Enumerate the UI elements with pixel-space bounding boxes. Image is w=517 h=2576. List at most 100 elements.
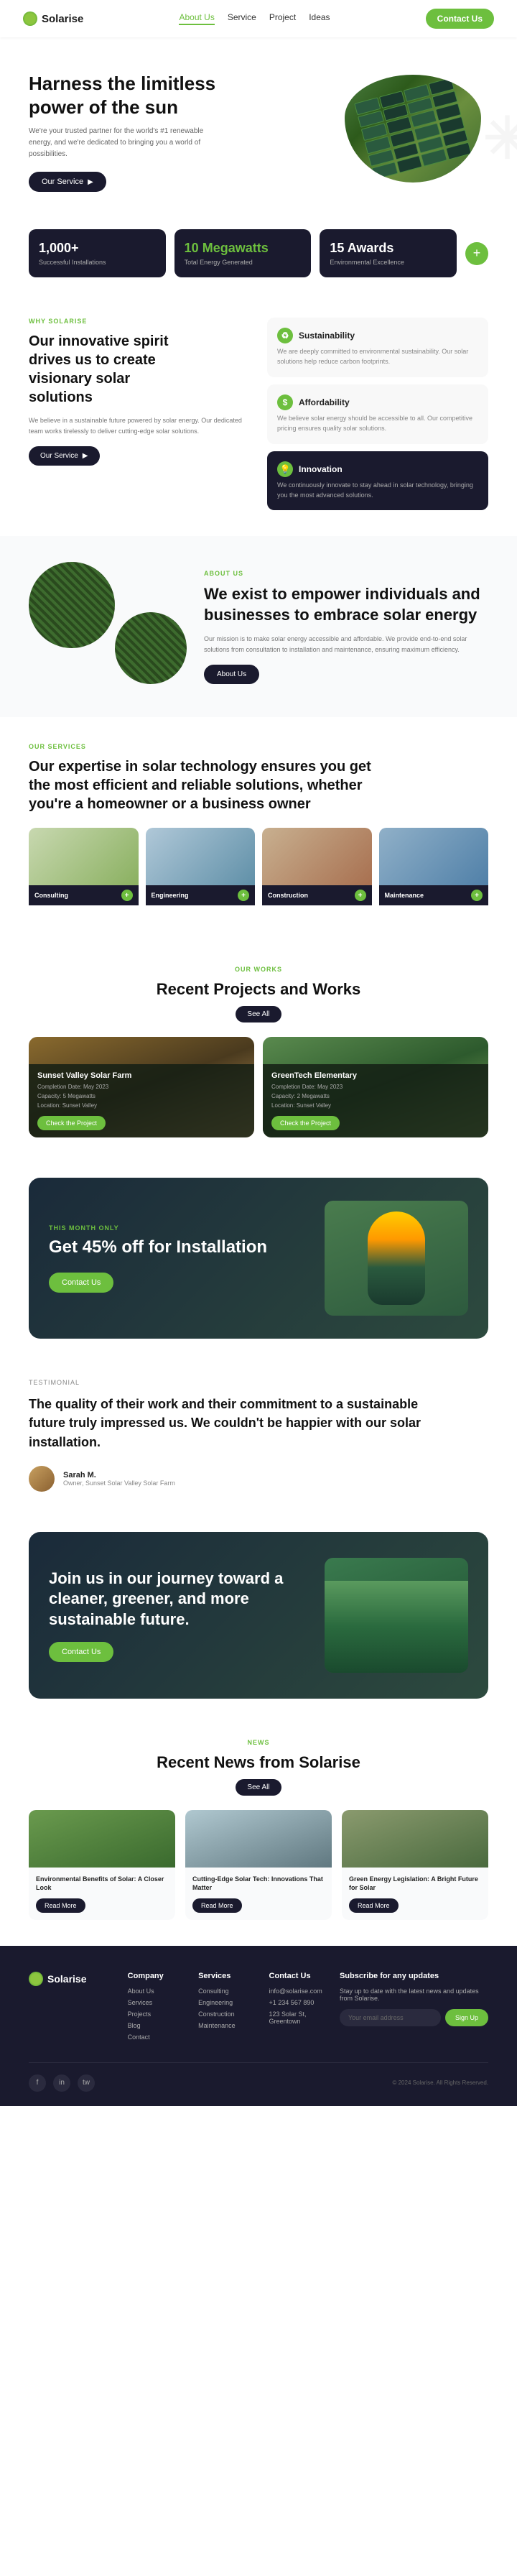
why-description: We believe in a sustainable future power… [29,415,250,438]
footer-contact-1[interactable]: +1 234 567 890 [269,1999,325,2006]
project-completion-1: Completion Date: May 2023 [37,1083,246,1092]
footer-logo-icon [29,1972,43,1986]
news-card-2: Green Energy Legislation: A Bright Futur… [342,1810,488,1920]
testimonial-section: TESTIMONIAL The quality of their work an… [0,1353,517,1517]
feature-card-2: 💡 Innovation We continuously innovate to… [267,451,488,511]
twitter-icon[interactable]: tw [78,2074,95,2092]
stat-num-1: 10 Megawatts [185,241,302,256]
about-cta-button[interactable]: About Us [204,665,259,684]
services-grid: Consulting + Engineering + Construction … [29,828,488,914]
subscribe-email-input[interactable] [340,2009,441,2026]
hero-cta-button[interactable]: Our Service ▶ [29,172,106,192]
service-card-0[interactable]: Consulting + [29,828,139,914]
footer-company-heading: Company [128,1972,184,1980]
facebook-icon[interactable]: f [29,2074,46,2092]
news-image-0 [29,1810,175,1868]
nav-about[interactable]: About Us [179,12,214,25]
promo-cta-button[interactable]: Contact Us [49,1273,113,1293]
news-read-btn-1[interactable]: Read More [192,1898,242,1913]
news-title: Recent News from Solarise [29,1753,488,1772]
promo-image [325,1201,468,1316]
stats-section: 1,000+ Successful Installations 10 Megaw… [0,215,517,292]
footer-company-4[interactable]: Contact [128,2033,184,2041]
footer-bottom: f in tw © 2024 Solarise. All Rights Rese… [29,2062,488,2092]
nav-service[interactable]: Service [228,12,256,25]
news-see-all-button[interactable]: See All [236,1779,281,1796]
linkedin-icon[interactable]: in [53,2074,70,2092]
worker-image [368,1211,425,1305]
promo-badge: THIS MONTH ONLY [49,1224,310,1232]
projects-see-all-button[interactable]: See All [236,1006,281,1022]
service-label-1: Engineering [152,892,189,899]
projects-tag: OUR WORKS [29,966,488,973]
stat-card-0: 1,000+ Successful Installations [29,229,166,277]
feature-title-1: Affordability [299,397,350,407]
join-cta-button[interactable]: Contact Us [49,1642,113,1662]
service-card-3[interactable]: Maintenance + [379,828,489,914]
service-card-2[interactable]: Construction + [262,828,372,914]
news-grid: Environmental Benefits of Solar: A Close… [29,1810,488,1920]
nav-project[interactable]: Project [269,12,296,25]
service-plus-icon[interactable]: + [121,890,133,901]
footer-service-3[interactable]: Maintenance [198,2022,254,2029]
project-cta-0[interactable]: Check the Project [271,1116,340,1130]
footer-company-2[interactable]: Projects [128,2011,184,2018]
stat-num-0: 1,000+ [39,241,156,256]
service-plus-icon-2[interactable]: + [355,890,366,901]
author-avatar [29,1466,55,1492]
news-image-1 [185,1810,332,1868]
service-plus-icon-3[interactable]: + [471,890,483,901]
why-cta-button[interactable]: Our Service ▶ [29,446,100,466]
why-right: ♻ Sustainability We are deeply committed… [267,318,488,510]
project-capacity-1: Capacity: 5 Megawatts [37,1092,246,1102]
nav-ideas[interactable]: Ideas [309,12,330,25]
construction-image [262,828,372,885]
subscribe-button[interactable]: Sign Up [445,2009,488,2026]
promo-section: THIS MONTH ONLY Get 45% off for Installa… [29,1178,488,1339]
project-location-0: Location: Sunset Valley [271,1102,480,1111]
project-cta-1[interactable]: Check the Project [37,1116,106,1130]
footer: Solarise Company About Us Services Proje… [0,1946,517,2106]
stat-label-1: Total Energy Generated [185,259,302,266]
nav-links: About Us Service Project Ideas [179,12,330,25]
news-card-0: Environmental Benefits of Solar: A Close… [29,1810,175,1920]
news-read-btn-2[interactable]: Read More [349,1898,399,1913]
footer-subscribe-heading: Subscribe for any updates [340,1972,488,1980]
footer-contact-0[interactable]: info@solarise.com [269,1988,325,1995]
project-name-1: Sunset Valley Solar Farm [37,1071,246,1080]
consulting-image [29,828,139,885]
project-location-1: Location: Sunset Valley [37,1102,246,1111]
service-card-1[interactable]: Engineering + [146,828,256,914]
service-plus-icon-1[interactable]: + [238,890,249,901]
stat-action-button[interactable]: + [465,242,488,265]
footer-company-0[interactable]: About Us [128,1988,184,1995]
footer-service-1[interactable]: Engineering [198,1999,254,2006]
promo-text: THIS MONTH ONLY Get 45% off for Installa… [49,1224,310,1293]
service-label-2: Construction [268,892,308,899]
stat-num-2: 15 Awards [330,241,447,256]
hero-description: We're your trusted partner for the world… [29,126,223,160]
footer-subscribe-col: Subscribe for any updates Stay up to dat… [340,1972,488,2045]
footer-company-3[interactable]: Blog [128,2022,184,2029]
news-tag: NEWS [29,1739,488,1746]
footer-service-2[interactable]: Construction [198,2011,254,2018]
footer-service-0[interactable]: Consulting [198,1988,254,1995]
stat-label-0: Successful Installations [39,259,156,266]
join-text: Join us in our journey toward a cleaner,… [49,1569,310,1662]
footer-company-1[interactable]: Services [128,1999,184,2006]
footer-contact-2[interactable]: 123 Solar St, Greentown [269,2011,325,2025]
footer-top: Solarise Company About Us Services Proje… [29,1972,488,2045]
about-image [29,562,187,691]
join-image [325,1558,468,1673]
maintenance-image [379,828,489,885]
nav-cta-button[interactable]: Contact Us [426,9,494,29]
project-card-1: Sunset Valley Solar Farm Completion Date… [29,1037,254,1137]
join-section: Join us in our journey toward a cleaner,… [29,1532,488,1699]
projects-title: Recent Projects and Works [29,980,488,999]
logo[interactable]: Solarise [23,11,83,26]
project-name-0: GreenTech Elementary [271,1071,480,1080]
news-read-btn-0[interactable]: Read More [36,1898,85,1913]
affordability-icon: $ [277,394,293,410]
stat-label-2: Environmental Excellence [330,259,447,266]
why-title: Our innovative spirit drives us to creat… [29,332,187,407]
